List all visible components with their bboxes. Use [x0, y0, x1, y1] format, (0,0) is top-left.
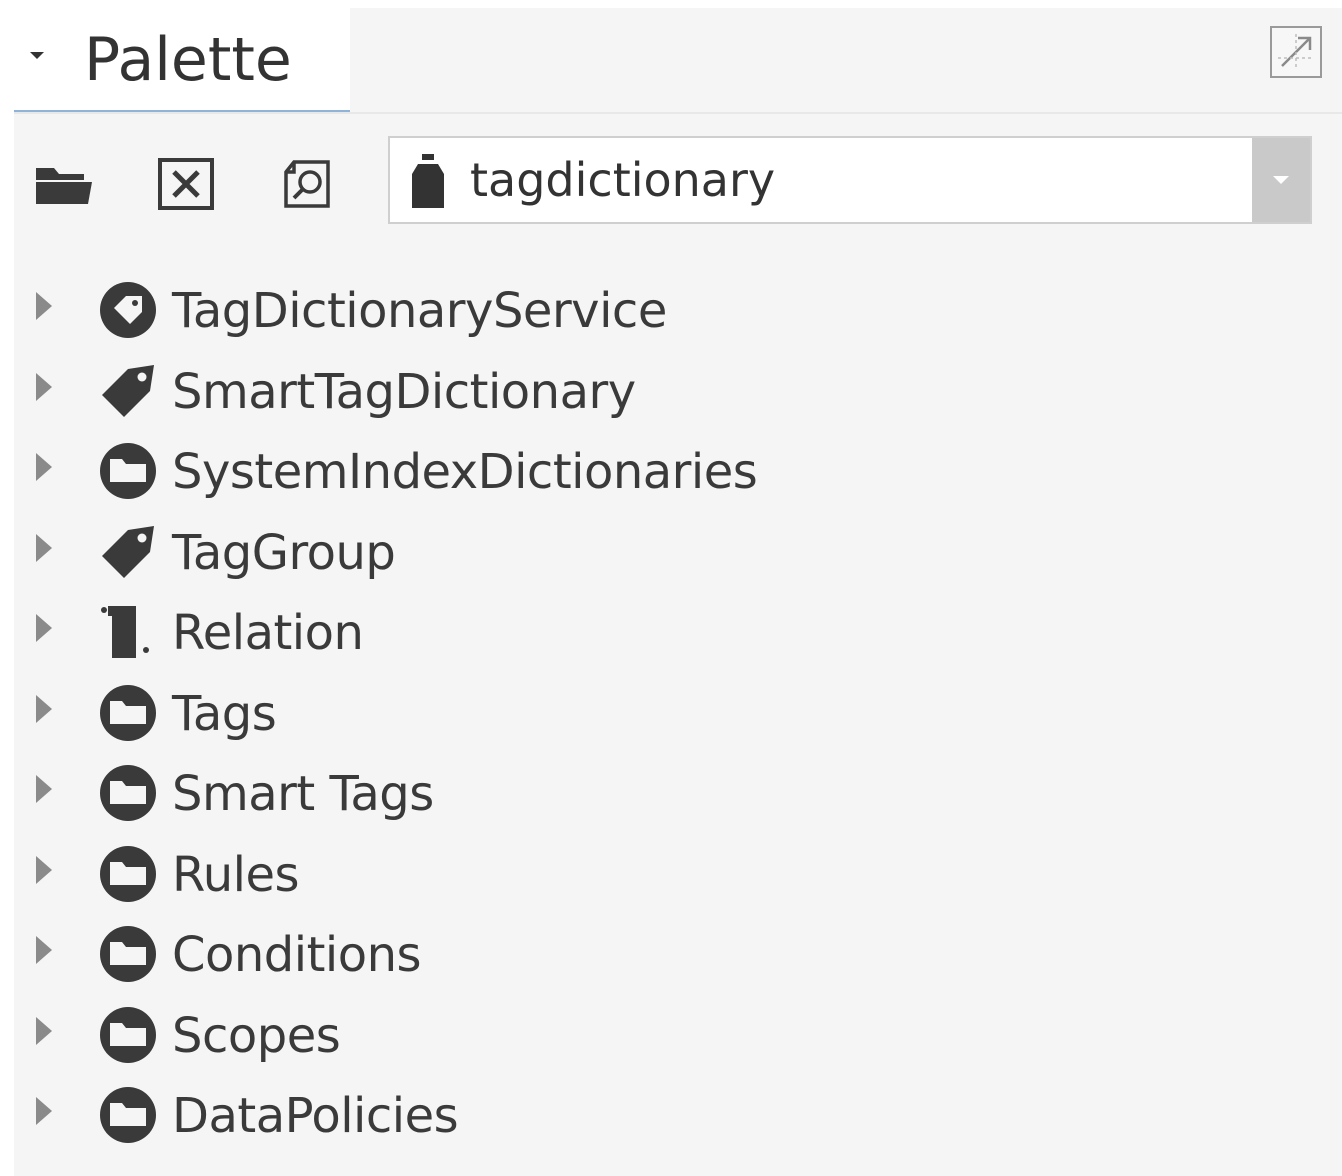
tree-item-datapolicies[interactable]: DataPolicies — [14, 1079, 1342, 1160]
folder-icon — [98, 441, 158, 501]
folder-icon — [98, 1085, 158, 1145]
tree-item-label: Conditions — [172, 927, 422, 983]
expand-arrow-icon[interactable] — [36, 694, 52, 723]
module-select[interactable]: tagdictionary — [388, 136, 1312, 224]
folder-icon — [98, 844, 158, 904]
tree-item-label: TagGroup — [172, 524, 396, 581]
folder-icon — [98, 1005, 158, 1065]
expand-arrow-icon[interactable] — [36, 775, 52, 803]
caret-down-icon[interactable] — [30, 52, 44, 59]
palette-header: Palette — [14, 8, 1342, 114]
dropdown-arrow-icon[interactable] — [1252, 138, 1310, 222]
tree-item-taggroup[interactable]: TagGroup — [14, 516, 1342, 597]
tree-item-tagdictionaryservice[interactable]: TagDictionaryService — [14, 274, 1342, 355]
tag-service-icon — [98, 280, 158, 340]
expand-arrow-icon[interactable] — [36, 453, 52, 481]
find-button[interactable] — [280, 158, 340, 210]
find-icon — [284, 160, 330, 208]
tree-item-smart-tags[interactable]: Smart Tags — [14, 757, 1342, 838]
tree-item-label: Smart Tags — [172, 766, 434, 822]
open-button[interactable] — [34, 158, 94, 210]
folder-open-icon — [36, 168, 92, 204]
folder-icon — [98, 924, 158, 984]
module-jar-icon — [408, 154, 448, 214]
close-box-icon — [158, 158, 214, 210]
palette-tree: TagDictionaryService SmartTagDictionary … — [14, 274, 1342, 1160]
tree-item-relation[interactable]: Relation — [14, 596, 1342, 677]
expand-arrow-icon[interactable] — [36, 614, 52, 642]
tree-item-smarttagdictionary[interactable]: SmartTagDictionary — [14, 355, 1342, 436]
tree-item-rules[interactable]: Rules — [14, 838, 1342, 919]
tree-item-label: Tags — [172, 685, 277, 742]
folder-icon — [98, 763, 158, 823]
expand-arrow-icon[interactable] — [36, 1016, 52, 1045]
tree-item-conditions[interactable]: Conditions — [14, 918, 1342, 999]
expand-arrow-icon[interactable] — [36, 372, 52, 401]
palette-title: Palette — [84, 25, 292, 95]
palette-panel: Palette tagdictionary TagDictionaryServi… — [14, 8, 1342, 1176]
maximize-icon[interactable] — [1270, 26, 1322, 78]
tree-item-scopes[interactable]: Scopes — [14, 999, 1342, 1080]
expand-arrow-icon[interactable] — [36, 855, 52, 884]
tag-icon — [98, 361, 158, 421]
tree-item-label: Relation — [172, 605, 364, 661]
tree-item-label: Scopes — [172, 1007, 341, 1064]
tree-item-label: DataPolicies — [172, 1088, 459, 1144]
tree-item-label: Rules — [172, 846, 300, 903]
expand-arrow-icon[interactable] — [36, 1097, 52, 1125]
tag-icon — [98, 522, 158, 582]
expand-arrow-icon[interactable] — [36, 292, 52, 320]
expand-arrow-icon[interactable] — [36, 533, 52, 562]
tree-item-label: TagDictionaryService — [172, 283, 667, 339]
relation-icon — [98, 602, 158, 662]
close-button[interactable] — [156, 158, 216, 210]
expand-arrow-icon[interactable] — [36, 936, 52, 964]
tree-item-tags[interactable]: Tags — [14, 677, 1342, 758]
tree-item-systemindexdictionaries[interactable]: SystemIndexDictionaries — [14, 435, 1342, 516]
folder-icon — [98, 683, 158, 743]
tree-item-label: SmartTagDictionary — [172, 363, 636, 420]
palette-tab[interactable]: Palette — [14, 8, 350, 112]
tree-item-label: SystemIndexDictionaries — [172, 444, 758, 500]
module-select-value: tagdictionary — [470, 153, 776, 207]
